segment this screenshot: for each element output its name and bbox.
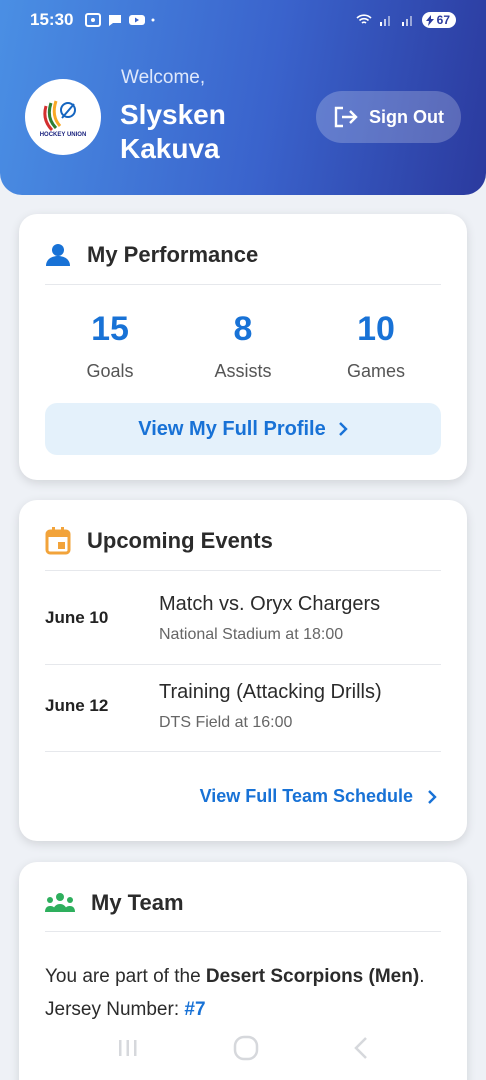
team-description: You are part of the Desert Scorpions (Me… [45,960,445,1026]
recent-apps-icon[interactable] [117,1038,139,1058]
stat-label: Games [346,361,406,381]
view-profile-button[interactable]: View My Full Profile [45,403,441,455]
user-name: Slysken Kakuva [120,99,226,164]
event-title: Training (Attacking Drills) [159,681,382,703]
battery-indicator: 67 [421,12,456,28]
jersey-number: #7 [184,999,206,1020]
sign-out-icon [334,106,358,128]
divider [45,751,441,752]
battery-level: 67 [436,13,450,27]
divider [45,570,441,571]
event-date: June 12 [45,696,109,715]
team-suffix: . [419,966,425,987]
signal-icon [379,16,390,26]
performance-title: My Performance [45,240,258,270]
union-logo: HOCKEY UNION [25,79,101,155]
event-location: National Stadium at 18:00 [159,626,344,643]
chevron-right-icon [338,422,348,436]
logo-text: HOCKEY UNION [40,132,87,138]
screenshot-icon [85,13,102,27]
events-title: Upcoming Events [45,526,273,556]
chat-icon [109,15,122,26]
view-profile-label: View My Full Profile [138,417,326,440]
stat-games: 10 Games [311,310,441,382]
stat-label: Goals [86,361,134,381]
jersey-label: Jersey Number: [45,999,185,1020]
team-name: Desert Scorpions (Men) [205,966,420,987]
view-schedule-link[interactable]: View Full Team Schedule [200,786,437,807]
dot-icon [151,18,155,22]
chevron-right-icon [428,789,437,804]
events-title-text: Upcoming Events [87,528,273,553]
stat-value: 15 [91,310,129,348]
hockey-union-logo-icon: HOCKEY UNION [40,100,87,138]
stat-label: Assists [214,361,272,381]
divider [45,931,441,932]
welcome-label: Welcome, [121,67,206,88]
stat-goals: 15 Goals [45,310,175,382]
performance-title-text: My Performance [87,242,259,267]
back-icon[interactable] [353,1036,369,1060]
youtube-icon [129,15,146,25]
view-schedule-label: View Full Team Schedule [199,786,413,806]
stat-value: 10 [357,310,395,348]
team-prefix: You are part of the [45,966,206,987]
calendar-icon [45,527,71,555]
team-title: My Team [45,888,184,918]
stat-assists: 8 Assists [178,310,308,382]
event-location: DTS Field at 16:00 [159,714,293,731]
performance-card: My Performance 15 Goals 8 Assists 10 Gam… [19,214,467,480]
status-time: 15:30 [30,10,74,29]
signal-icon-2 [401,16,412,26]
battery-charging-icon [425,14,434,26]
event-item[interactable]: June 12 Training (Attacking Drills) DTS … [45,664,441,752]
sign-out-label: Sign Out [369,106,444,127]
stat-value: 8 [233,310,253,348]
person-icon [46,244,70,266]
events-card: Upcoming Events June 10 Match vs. Oryx C… [19,500,467,841]
team-title-text: My Team [91,890,184,915]
event-date: June 10 [45,608,109,627]
home-icon[interactable] [233,1035,259,1061]
system-nav-bar [0,1028,486,1068]
divider [45,284,441,285]
event-title: Match vs. Oryx Chargers [159,593,381,615]
app-header: 15:30 67 HOCKEY UNION Welcome, Slysken K… [0,0,486,195]
group-icon [45,893,75,912]
event-item[interactable]: June 10 Match vs. Oryx Chargers National… [45,576,441,664]
status-bar: 15:30 67 [0,8,486,32]
sign-out-button[interactable]: Sign Out [316,91,461,143]
wifi-icon [356,14,372,24]
